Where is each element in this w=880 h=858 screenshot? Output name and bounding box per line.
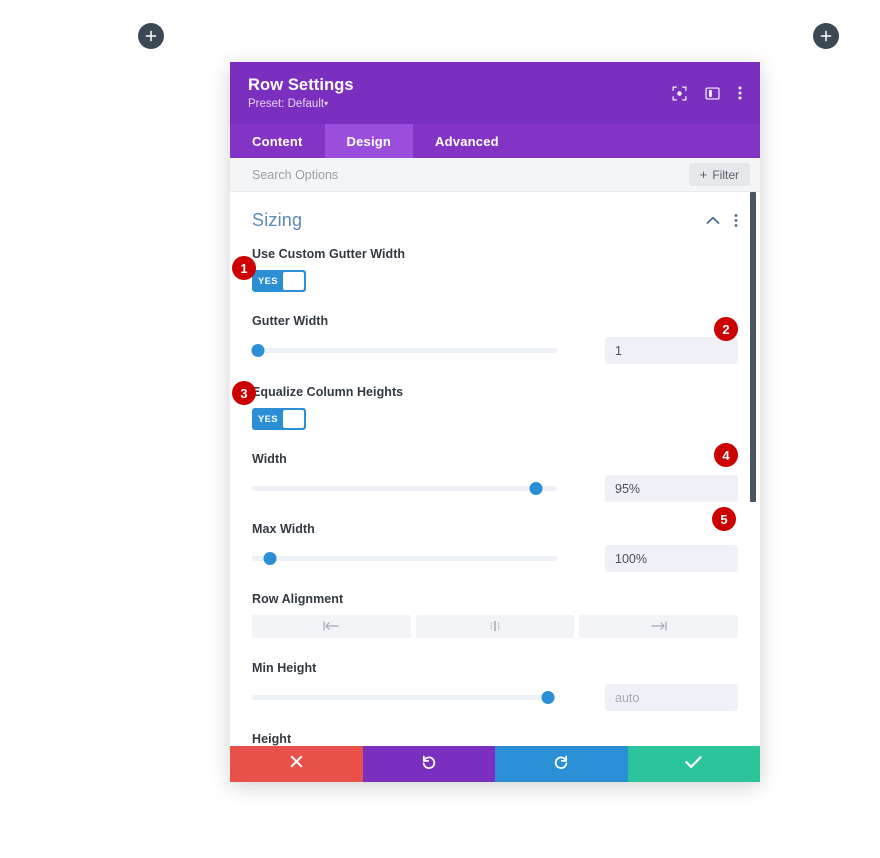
field-label: Row Alignment [252, 592, 344, 606]
align-center-button[interactable] [415, 615, 575, 638]
search-input[interactable] [252, 167, 689, 182]
value-text: auto [615, 690, 640, 705]
scrollbar-thumb[interactable] [750, 192, 756, 502]
value-text: 95% [615, 481, 641, 496]
undo-icon [421, 754, 437, 775]
slider-handle[interactable] [529, 482, 543, 495]
more-vertical-icon[interactable] [734, 213, 738, 228]
toggle-equalize-column-heights[interactable]: YES [252, 408, 306, 430]
field-height: Height auto [252, 732, 738, 746]
slider-handle[interactable] [251, 344, 265, 357]
field-label: Gutter Width [252, 314, 329, 328]
settings-body: Sizing Use Custom Gutter Width YES Gutte… [230, 192, 760, 746]
discard-button[interactable] [230, 746, 363, 782]
field-label: Min Height [252, 661, 317, 675]
field-min-height: Min Height auto [252, 661, 738, 711]
tab-content[interactable]: Content [230, 124, 325, 158]
toggle-state-label: YES [258, 275, 278, 287]
add-section-button-right[interactable] [813, 23, 839, 49]
close-icon [289, 754, 304, 774]
modal-footer [230, 746, 760, 782]
annotation-badge-5: 5 [712, 507, 736, 531]
slider-handle[interactable] [263, 552, 277, 565]
add-section-button-left[interactable] [138, 23, 164, 49]
plus-icon [145, 30, 157, 42]
toggle-state-label: YES [258, 413, 278, 425]
annotation-badge-4: 4 [714, 443, 738, 467]
filter-button[interactable]: + Filter [688, 163, 750, 186]
save-button[interactable] [627, 746, 760, 782]
align-center-icon [486, 618, 504, 636]
slider-track [252, 556, 557, 561]
slider-handle[interactable] [541, 691, 555, 704]
value-gutter-width[interactable]: 1 [605, 337, 738, 364]
settings-tabs: Content Design Advanced [230, 124, 760, 158]
align-left-icon [322, 618, 340, 636]
field-use-custom-gutter-width: Use Custom Gutter Width YES [252, 247, 738, 292]
field-max-width: Max Width 100% [252, 522, 738, 572]
tab-advanced[interactable]: Advanced [413, 124, 521, 158]
section-header-sizing: Sizing [252, 206, 738, 231]
chevron-up-icon[interactable] [706, 216, 720, 225]
field-label: Height [252, 732, 292, 746]
preset-label: Preset: Default [248, 98, 325, 110]
undo-button[interactable] [362, 746, 495, 782]
field-label: Equalize Column Heights [252, 385, 404, 399]
annotation-badge-1: 1 [232, 256, 256, 280]
plus-icon [820, 30, 832, 42]
preset-selector[interactable]: Preset: Default▾ [248, 98, 354, 110]
annotation-badge-3: 3 [232, 381, 256, 405]
more-vertical-icon[interactable] [738, 85, 742, 101]
slider-gutter-width[interactable] [251, 342, 557, 360]
check-icon [685, 755, 702, 774]
value-text: 100% [615, 551, 647, 566]
row-settings-modal: Row Settings Preset: Default▾ Content De… [230, 62, 760, 782]
slider-track [252, 486, 557, 491]
toggle-use-custom-gutter-width[interactable]: YES [252, 270, 306, 292]
redo-icon [553, 754, 569, 775]
value-width[interactable]: 95% [605, 475, 738, 502]
value-max-width[interactable]: 100% [605, 545, 738, 572]
value-text: 1 [615, 343, 622, 358]
tab-design[interactable]: Design [324, 124, 414, 158]
section-title: Sizing [252, 210, 303, 230]
toggle-knob [282, 410, 304, 428]
chevron-down-icon: ▾ [324, 99, 329, 108]
slider-track [252, 695, 557, 700]
align-right-icon [650, 618, 668, 636]
field-label: Max Width [252, 522, 315, 536]
align-right-button[interactable] [579, 615, 739, 638]
slider-track [252, 348, 557, 353]
focus-icon[interactable] [672, 86, 687, 101]
field-equalize-column-heights: Equalize Column Heights YES [252, 385, 738, 430]
field-gutter-width: Gutter Width 1 [251, 314, 738, 364]
redo-button[interactable] [495, 746, 628, 782]
search-bar: + Filter [230, 158, 760, 192]
modal-header: Row Settings Preset: Default▾ [230, 62, 760, 124]
field-label: Use Custom Gutter Width [252, 247, 406, 261]
align-left-button[interactable] [252, 615, 411, 638]
page-title: Row Settings [248, 76, 354, 94]
toggle-knob [282, 272, 304, 290]
slider-width[interactable] [252, 480, 557, 498]
layout-panel-icon[interactable] [705, 86, 720, 101]
annotation-badge-2: 2 [714, 317, 738, 341]
slider-min-height[interactable] [252, 689, 557, 707]
field-width: Width 95% [252, 452, 738, 502]
slider-max-width[interactable] [252, 550, 557, 568]
plus-icon: + [699, 167, 708, 182]
field-row-alignment: Row Alignment [252, 592, 739, 638]
value-min-height[interactable]: auto [605, 684, 738, 711]
scrollbar[interactable] [750, 192, 758, 746]
filter-button-label: Filter [712, 167, 739, 182]
field-label: Width [252, 452, 287, 466]
